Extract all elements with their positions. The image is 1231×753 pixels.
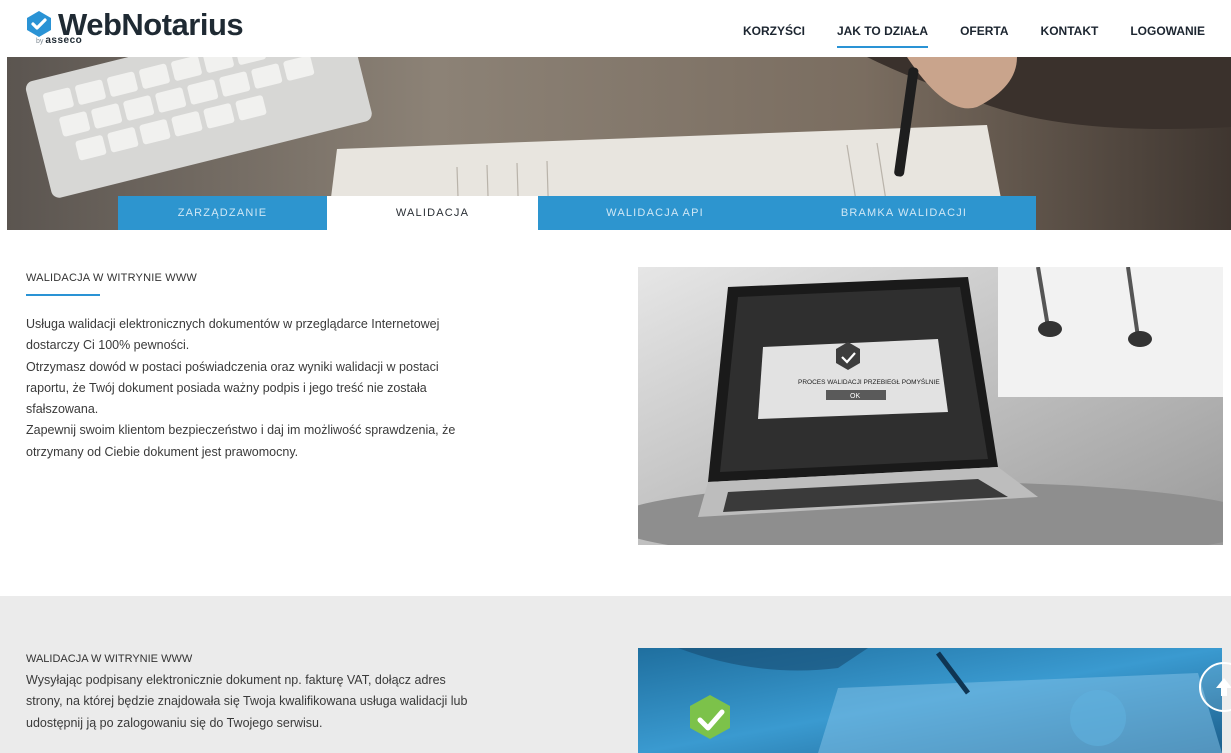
section-title: WALIDACJA W WITRYNIE WWW: [26, 653, 193, 665]
arrow-up-icon: [1216, 678, 1231, 696]
dialog-ok: OK: [850, 393, 860, 400]
laptop-image: PROCES WALIDACJI PRZEBIEGŁ POMYŚLNIE OK: [638, 267, 1223, 545]
logo-text: WebNotarius: [58, 7, 244, 42]
logo-byline: by asseco: [36, 35, 82, 46]
section-body: Usługa walidacji elektronicznych dokumen…: [26, 314, 476, 463]
nav-item-korzysci[interactable]: KORZYŚCI: [743, 24, 805, 38]
scroll-to-top-button[interactable]: [1199, 662, 1231, 712]
tab-walidacja-api[interactable]: WALIDACJA API: [538, 196, 772, 230]
section-body: Wysyłając podpisany elektronicznie dokum…: [26, 673, 468, 730]
logo-brand: asseco: [45, 35, 83, 46]
nav-item-logowanie[interactable]: LOGOWANIE: [1130, 24, 1205, 38]
section-2: WALIDACJA W WITRYNIE WWW Wysyłając podpi…: [0, 596, 1231, 753]
nav-item-oferta[interactable]: OFERTA: [960, 24, 1008, 38]
nav-item-kontakt[interactable]: KONTAKT: [1041, 24, 1099, 38]
logo-by: by: [36, 38, 44, 45]
tab-walidacja[interactable]: WALIDACJA: [327, 196, 538, 230]
feature-tabs: ZARZĄDZANIE WALIDACJA WALIDACJA API BRAM…: [118, 196, 1036, 230]
site-header: WebNotarius by asseco KORZYŚCI JAK TO DZ…: [0, 0, 1231, 57]
check-icon: [27, 11, 51, 37]
hero-banner: ZARZĄDZANIE WALIDACJA WALIDACJA API BRAM…: [7, 57, 1231, 230]
nav-item-jak-to-dziala[interactable]: JAK TO DZIAŁA: [836, 24, 929, 48]
paragraph: Otrzymasz dowód w postaci poświadczenia …: [26, 359, 439, 417]
paragraph: Usługa walidacji elektronicznych dokumen…: [26, 317, 440, 353]
dialog-text: PROCES WALIDACJI PRZEBIEGŁ POMYŚLNIE: [798, 377, 940, 386]
tab-zarzadzanie[interactable]: ZARZĄDZANIE: [118, 196, 327, 230]
document-photo: [638, 648, 1222, 753]
paragraph: Zapewnij swoim klientom bezpieczeństwo i…: [26, 423, 456, 459]
section-title: WALIDACJA W WITRYNIE WWW: [26, 272, 198, 284]
tab-bramka-walidacji[interactable]: BRAMKA WALIDACJI: [772, 196, 1036, 230]
title-underline: [26, 294, 100, 296]
laptop-illustration: PROCES WALIDACJI PRZEBIEGŁ POMYŚLNIE OK: [638, 267, 1223, 545]
main-nav: KORZYŚCI JAK TO DZIAŁA OFERTA KONTAKT LO…: [711, 24, 1205, 48]
document-illustration: [638, 648, 1222, 753]
